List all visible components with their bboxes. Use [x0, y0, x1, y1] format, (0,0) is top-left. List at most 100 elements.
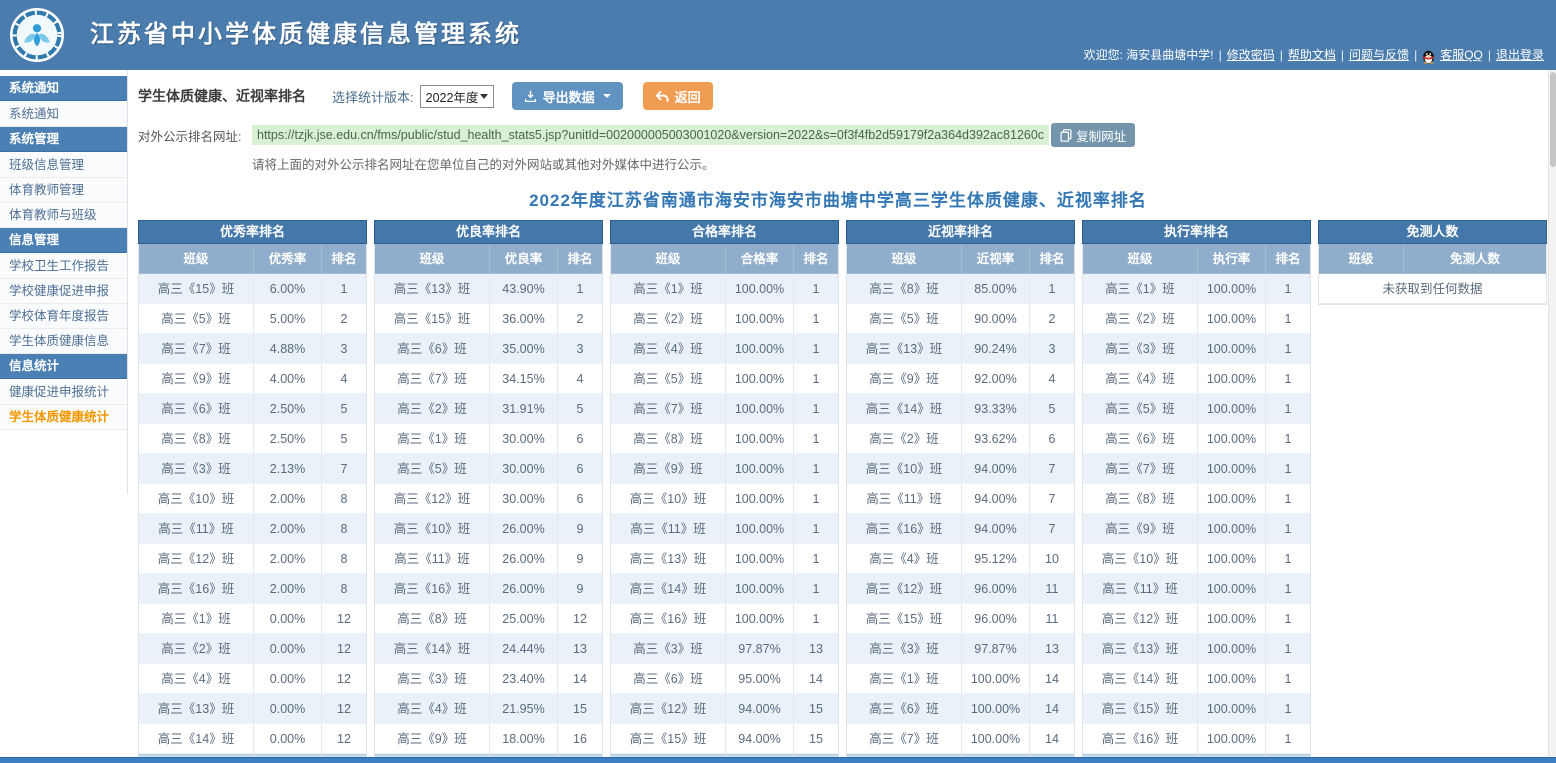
class-cell: 高三《8》班 — [139, 424, 254, 454]
class-cell: 高三《16》班 — [1083, 724, 1198, 754]
public-url-value[interactable]: https://tzjk.jse.edu.cn/fms/public/stud_… — [252, 125, 1050, 145]
link-logout[interactable]: 退出登录 — [1496, 46, 1544, 63]
copy-url-button[interactable]: 复制网址 — [1051, 123, 1136, 147]
table-row: 高三《16》班 2.00% 8 — [139, 574, 366, 604]
class-cell: 高三《13》班 — [611, 544, 726, 574]
sidebar-item[interactable]: 体育教师管理 — [0, 178, 127, 203]
table-row: 高三《7》班 100.00% 1 — [611, 394, 838, 424]
column-header: 班级 — [1319, 244, 1404, 274]
value-cell: 34.15% — [490, 364, 558, 394]
vertical-scrollbar[interactable] — [1548, 70, 1556, 763]
table-row: 高三《4》班 0.00% 12 — [139, 664, 366, 694]
rank-cell: 1 — [794, 334, 838, 364]
sidebar-item[interactable]: 学生体质健康统计 — [0, 405, 127, 430]
rank-cell: 1 — [794, 544, 838, 574]
sidebar-item[interactable]: 健康促进申报统计 — [0, 380, 127, 405]
rank-cell: 1 — [1266, 724, 1310, 754]
vertical-scrollbar-thumb[interactable] — [1550, 72, 1556, 167]
sidebar-item[interactable]: 体育教师与班级 — [0, 203, 127, 228]
copy-icon — [1060, 128, 1072, 142]
rank-cell: 15 — [558, 694, 602, 724]
class-cell: 高三《8》班 — [611, 424, 726, 454]
class-cell: 高三《6》班 — [375, 334, 490, 364]
rank-cell: 6 — [558, 484, 602, 514]
rank-cell: 1 — [794, 604, 838, 634]
horizontal-scrollbar[interactable] — [0, 757, 1556, 763]
sidebar-item[interactable]: 班级信息管理 — [0, 153, 127, 178]
table-row: 高三《14》班 100.00% 1 — [1083, 664, 1310, 694]
sidebar-item[interactable]: 学校健康促进申报 — [0, 279, 127, 304]
table-body: 班级 执行率 排名 高三《1》班 100.00% 1 高三《2》班 100.00% 1 高三《3》… — [1082, 244, 1311, 763]
value-cell: 90.24% — [962, 334, 1030, 364]
rank-cell: 4 — [558, 364, 602, 394]
table-row: 高三《5》班 90.00% 2 — [847, 304, 1074, 334]
sidebar-section-header[interactable]: 系统通知 — [0, 76, 127, 101]
class-cell: 高三《9》班 — [611, 454, 726, 484]
value-cell: 100.00% — [1198, 424, 1266, 454]
value-cell: 35.00% — [490, 334, 558, 364]
value-cell: 2.13% — [254, 454, 322, 484]
column-header: 免测人数 — [1404, 244, 1546, 274]
rank-cell: 1 — [1266, 694, 1310, 724]
link-help-docs[interactable]: 帮助文档 — [1288, 46, 1336, 63]
sidebar-section-header[interactable]: 信息管理 — [0, 228, 127, 253]
rank-cell: 1 — [794, 424, 838, 454]
sidebar-item[interactable]: 系统通知 — [0, 102, 127, 127]
link-service-qq[interactable]: 客服QQ — [1440, 46, 1483, 63]
table-row: 高三《15》班 94.00% 15 — [611, 724, 838, 754]
class-cell: 高三《15》班 — [375, 304, 490, 334]
value-cell: 93.62% — [962, 424, 1030, 454]
rank-cell: 8 — [322, 574, 366, 604]
export-data-button[interactable]: 导出数据 — [511, 82, 623, 110]
table-row: 高三《14》班 24.44% 13 — [375, 634, 602, 664]
sidebar-item[interactable]: 学校卫生工作报告 — [0, 254, 127, 279]
value-cell: 2.00% — [254, 484, 322, 514]
class-cell: 高三《1》班 — [847, 664, 962, 694]
value-cell: 36.00% — [490, 304, 558, 334]
value-cell: 26.00% — [490, 514, 558, 544]
table-row: 高三《10》班 100.00% 1 — [611, 484, 838, 514]
table-row: 高三《16》班 26.00% 9 — [375, 574, 602, 604]
app-header: 江苏省中小学体质健康信息管理系统 欢迎您: 海安县曲塘中学! | 修改密码 | 帮助文… — [0, 0, 1556, 70]
value-cell: 95.12% — [962, 544, 1030, 574]
version-select[interactable]: 2022年度 — [419, 84, 494, 108]
table-row: 高三《2》班 100.00% 1 — [611, 304, 838, 334]
sidebar-section-header[interactable]: 系统管理 — [0, 127, 127, 152]
link-change-password[interactable]: 修改密码 — [1227, 46, 1275, 63]
rank-cell: 12 — [322, 604, 366, 634]
back-button[interactable]: 返回 — [642, 82, 713, 110]
table-title: 近视率排名 — [846, 220, 1075, 244]
sidebar-item[interactable]: 学校体育年度报告 — [0, 304, 127, 329]
value-cell: 18.00% — [490, 724, 558, 754]
class-cell: 高三《2》班 — [847, 424, 962, 454]
value-cell: 100.00% — [1198, 454, 1266, 484]
value-cell: 100.00% — [1198, 364, 1266, 394]
rank-cell: 8 — [322, 544, 366, 574]
version-label: 选择统计版本: — [332, 89, 414, 105]
class-cell: 高三《3》班 — [847, 634, 962, 664]
value-cell: 100.00% — [962, 724, 1030, 754]
class-cell: 高三《12》班 — [1083, 604, 1198, 634]
table-row: 高三《10》班 94.00% 7 — [847, 454, 1074, 484]
class-cell: 高三《10》班 — [847, 454, 962, 484]
table-row: 高三《5》班 30.00% 6 — [375, 454, 602, 484]
table-row: 高三《5》班 100.00% 1 — [1083, 394, 1310, 424]
table-header-row: 班级 优良率 排名 — [375, 244, 602, 274]
class-cell: 高三《2》班 — [375, 394, 490, 424]
link-feedback[interactable]: 问题与反馈 — [1349, 46, 1409, 63]
qq-penguin-icon — [1423, 50, 1435, 64]
column-header: 排名 — [794, 244, 838, 274]
class-cell: 高三《14》班 — [847, 394, 962, 424]
value-cell: 97.87% — [962, 634, 1030, 664]
table-row: 高三《8》班 25.00% 12 — [375, 604, 602, 634]
rank-cell: 6 — [1030, 424, 1074, 454]
sidebar-item[interactable]: 学生体质健康信息 — [0, 329, 127, 354]
value-cell: 30.00% — [490, 454, 558, 484]
sidebar-section-header[interactable]: 信息统计 — [0, 354, 127, 379]
rank-cell: 14 — [794, 664, 838, 694]
value-cell: 94.00% — [962, 454, 1030, 484]
rank-cell: 7 — [1030, 514, 1074, 544]
value-cell: 90.00% — [962, 304, 1030, 334]
public-url-hint: 请将上面的对外公示排名网址在您单位自己的对外网站或其他对外媒体中进行公示。 — [252, 158, 715, 172]
value-cell: 2.50% — [254, 394, 322, 424]
